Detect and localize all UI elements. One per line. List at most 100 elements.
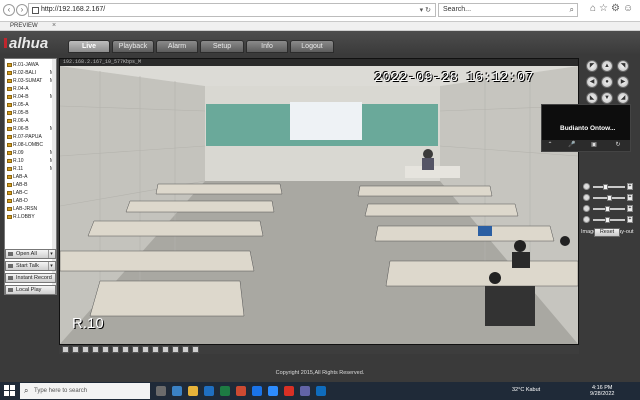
chrome-icon[interactable] (284, 386, 294, 396)
excel-icon[interactable] (220, 386, 230, 396)
snapshot-icon[interactable] (132, 346, 139, 353)
weather-status[interactable]: 32°C Kabut (512, 387, 540, 393)
channel-item[interactable]: R.LOBBY (5, 213, 56, 221)
mic-icon[interactable]: 🎤 (568, 142, 576, 149)
task-view-icon[interactable] (156, 386, 166, 396)
contrast-slider[interactable]: + (583, 194, 633, 202)
layout-9-icon[interactable] (92, 346, 99, 353)
channel-item[interactable]: R.01-JAWA (5, 61, 56, 69)
taskbar-search[interactable]: ⌕ Type here to search (20, 383, 150, 399)
plus-icon[interactable]: + (627, 183, 633, 190)
tab-info[interactable]: Info (246, 40, 288, 53)
slider-knob[interactable] (605, 217, 610, 223)
layout-25-icon[interactable] (112, 346, 119, 353)
channel-item[interactable]: R.11M (5, 165, 56, 173)
refresh-icon[interactable]: ▾ ↻ (420, 6, 431, 14)
layout-1-icon[interactable] (62, 346, 69, 353)
channel-item[interactable]: LAB-D (5, 197, 56, 205)
channel-label: R.04-B (13, 94, 29, 100)
channel-item[interactable]: R.02-BALIM (5, 69, 56, 77)
slider-knob[interactable] (607, 195, 612, 201)
ptz-down-right-icon[interactable]: ◢ (617, 92, 629, 104)
instant-record-button[interactable]: Instant Record (5, 273, 56, 283)
tab-logout[interactable]: Logout (290, 40, 334, 53)
channel-item[interactable]: LAB-C (5, 189, 56, 197)
layout-16-icon[interactable] (102, 346, 109, 353)
edge-icon[interactable] (172, 386, 182, 396)
chevron-down-icon[interactable]: ▾ (48, 262, 54, 270)
channel-item[interactable]: LAB-A (5, 173, 56, 181)
channel-item[interactable]: R.10M (5, 157, 56, 165)
ptz-down-icon[interactable]: ▼ (601, 92, 613, 104)
slider-knob[interactable] (605, 206, 610, 212)
powerpoint-icon[interactable] (236, 386, 246, 396)
tab-live[interactable]: Live (68, 40, 110, 53)
channel-item[interactable]: R.06-A (5, 117, 56, 125)
saturation-slider[interactable]: + (583, 205, 633, 213)
ptz-up-left-icon[interactable]: ◤ (586, 60, 598, 72)
ptz-right-icon[interactable]: ▶ (617, 76, 629, 88)
outlook-icon[interactable] (316, 386, 326, 396)
channel-item[interactable]: R.06-BM (5, 125, 56, 133)
slider-track[interactable] (593, 186, 625, 188)
layout-4-icon[interactable] (72, 346, 79, 353)
layout-36-icon[interactable] (122, 346, 129, 353)
plus-icon[interactable]: + (627, 194, 633, 201)
search-input[interactable]: Search... ⌕ (438, 3, 578, 17)
hue-slider[interactable]: + (583, 216, 633, 224)
local-play-button[interactable]: Local Play (5, 285, 56, 295)
zoom-icon[interactable] (162, 346, 169, 353)
video-view[interactable]: 192.168.2.167_10_577Kbps_M R.10 (59, 58, 579, 345)
channel-item[interactable]: LAB-B (5, 181, 56, 189)
tab-alarm[interactable]: Alarm (156, 40, 198, 53)
forward-icon[interactable]: › (16, 4, 28, 16)
channel-item[interactable]: R.09M (5, 149, 56, 157)
channel-item[interactable]: R.04-A (5, 85, 56, 93)
channel-item[interactable]: LAB-JRSN (5, 205, 56, 213)
windows-start-icon[interactable] (4, 385, 16, 397)
channel-item[interactable]: R.05-A (5, 101, 56, 109)
channel-item[interactable]: R.04-BM (5, 93, 56, 101)
chevron-up-icon[interactable]: ⌃ (546, 142, 554, 149)
ptz-down-left-icon[interactable]: ◣ (586, 92, 598, 104)
start-talk-button[interactable]: Start Talk ▾ (5, 261, 56, 271)
home-star-gear-icons[interactable]: ⌂☆⚙☺ (590, 3, 636, 14)
close-all-icon[interactable] (192, 346, 199, 353)
slider-knob[interactable] (603, 184, 608, 190)
chevron-down-icon[interactable]: ▾ (48, 250, 54, 258)
plus-icon[interactable]: + (627, 216, 633, 223)
local-play-label: Local Play (16, 287, 42, 293)
file-explorer-icon[interactable] (188, 386, 198, 396)
ie-icon[interactable] (252, 386, 262, 396)
camera-icon (7, 111, 12, 115)
ptz-center-icon[interactable]: ● (601, 76, 613, 88)
record-icon[interactable] (142, 346, 149, 353)
ptz-up-icon[interactable]: ▲ (601, 60, 613, 72)
channel-item[interactable]: R.03-SUMATM (5, 77, 56, 85)
zoom-app-icon[interactable] (268, 386, 278, 396)
tab-playback[interactable]: Playback (112, 40, 154, 53)
back-icon[interactable]: ‹ (3, 4, 15, 16)
channel-item[interactable]: R.07-PAPUA (5, 133, 56, 141)
system-clock[interactable]: 4:16 PM 9/28/2022 (590, 385, 614, 397)
tab-preview[interactable]: PREVIEW (10, 23, 38, 29)
stream-icon[interactable] (182, 346, 189, 353)
word-icon[interactable] (204, 386, 214, 396)
address-bar[interactable]: http://192.168.2.167/ ▾ ↻ (28, 3, 436, 17)
teams-icon[interactable] (300, 386, 310, 396)
audio-icon[interactable] (152, 346, 159, 353)
close-icon[interactable]: × (52, 22, 56, 29)
ptz-up-right-icon[interactable]: ◥ (617, 60, 629, 72)
open-all-button[interactable]: Open All ▾ (5, 249, 56, 259)
plus-icon[interactable]: + (627, 205, 633, 212)
fullscreen-icon[interactable] (82, 346, 89, 353)
brightness-slider[interactable]: + (583, 183, 633, 191)
search-icon[interactable]: ⌕ (570, 5, 574, 15)
aspect-icon[interactable] (172, 346, 179, 353)
ptz-left-icon[interactable]: ◀ (586, 76, 598, 88)
channel-item[interactable]: R.05-B (5, 109, 56, 117)
reset-button[interactable]: Reset (594, 228, 620, 237)
tab-setup[interactable]: Setup (200, 40, 244, 53)
channel-item[interactable]: R.08-LOMBC (5, 141, 56, 149)
channel-scrollbar[interactable] (52, 59, 56, 294)
